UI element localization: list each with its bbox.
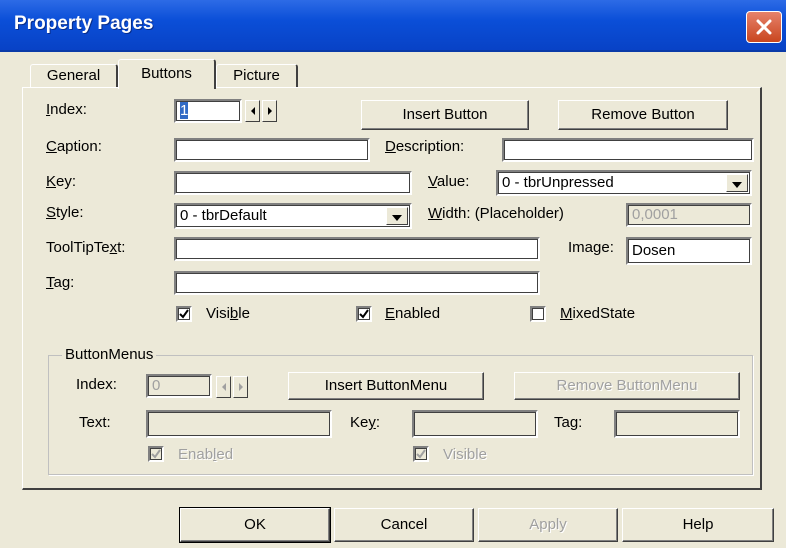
menu-visible-checkbox[interactable] bbox=[413, 446, 429, 462]
tab-buttons[interactable]: Buttons bbox=[118, 59, 216, 89]
arrow-left-icon bbox=[222, 383, 226, 391]
tab-buttons-label: Buttons bbox=[141, 65, 192, 82]
insert-button-label: Insert Button bbox=[402, 106, 488, 123]
help-button[interactable]: Help bbox=[622, 508, 774, 542]
cancel-button[interactable]: Cancel bbox=[334, 508, 474, 542]
window-title: Property Pages bbox=[14, 13, 154, 34]
remove-button-label: Remove Button bbox=[591, 106, 695, 123]
value-select[interactable]: 0 - tbrUnpressed bbox=[496, 170, 752, 196]
close-button[interactable] bbox=[746, 11, 782, 43]
checkmark-icon bbox=[359, 309, 369, 319]
menu-visible-label: Visible bbox=[443, 446, 487, 463]
key-label: Key: bbox=[46, 173, 77, 190]
index-spin-left[interactable] bbox=[245, 100, 260, 122]
index-input[interactable]: 1 bbox=[174, 99, 242, 123]
checkmark-icon bbox=[151, 449, 161, 459]
image-input[interactable]: Dosen bbox=[626, 237, 752, 265]
image-label: Image: bbox=[568, 239, 614, 256]
remove-button-button[interactable]: Remove Button bbox=[558, 100, 728, 130]
mixedstate-label: MixedState bbox=[560, 305, 636, 322]
arrow-left-icon bbox=[251, 107, 255, 115]
apply-button[interactable]: Apply bbox=[478, 508, 618, 542]
menu-key-label: Key: bbox=[350, 414, 381, 431]
arrow-right-icon bbox=[268, 107, 272, 115]
description-input[interactable] bbox=[502, 138, 754, 162]
tab-general[interactable]: General bbox=[30, 64, 118, 88]
tab-picture[interactable]: Picture bbox=[216, 64, 298, 88]
visible-checkbox[interactable] bbox=[176, 306, 192, 322]
menu-index-label: Index: bbox=[76, 376, 117, 393]
index-label: Index: bbox=[46, 101, 87, 118]
style-select[interactable]: 0 - tbrDefault bbox=[174, 203, 412, 229]
caption-input[interactable] bbox=[174, 138, 370, 162]
insert-button-button[interactable]: Insert Button bbox=[361, 100, 529, 130]
tooltip-label: ToolTipText: bbox=[46, 239, 126, 256]
width-input[interactable]: 0,0001 bbox=[626, 203, 752, 227]
checkmark-icon bbox=[179, 309, 189, 319]
tab-general-label: General bbox=[46, 67, 101, 84]
style-label: Style: bbox=[46, 204, 84, 221]
index-spin-right[interactable] bbox=[262, 100, 277, 122]
ok-button[interactable]: OK bbox=[179, 507, 331, 543]
close-icon bbox=[756, 19, 772, 35]
caption-label: Caption: bbox=[46, 138, 102, 155]
menu-tag-input[interactable] bbox=[614, 410, 740, 438]
visible-label: Visible bbox=[206, 305, 250, 322]
menu-index-input[interactable]: 0 bbox=[146, 374, 212, 398]
ok-label: OK bbox=[244, 516, 266, 533]
menu-tag-label: Tag: bbox=[554, 414, 583, 431]
index-value: 1 bbox=[180, 102, 189, 119]
cancel-label: Cancel bbox=[380, 516, 428, 533]
mixedstate-checkbox[interactable] bbox=[530, 306, 546, 322]
tag-input[interactable] bbox=[174, 271, 540, 295]
arrow-right-icon bbox=[239, 383, 243, 391]
buttonmenus-group-label: ButtonMenus bbox=[62, 346, 157, 364]
menu-index-spin-right[interactable] bbox=[233, 376, 248, 398]
chevron-down-icon bbox=[732, 182, 742, 188]
menu-enabled-label: Enabled bbox=[178, 446, 234, 463]
menu-text-input[interactable] bbox=[146, 410, 332, 438]
style-selected: 0 - tbrDefault bbox=[180, 207, 267, 224]
tab-picture-label: Picture bbox=[233, 67, 280, 84]
width-label: Width: (Placeholder) bbox=[428, 205, 564, 222]
enabled-label: Enabled bbox=[385, 305, 441, 322]
key-input[interactable] bbox=[174, 171, 412, 195]
menu-enabled-checkbox[interactable] bbox=[148, 446, 164, 462]
enabled-checkbox[interactable] bbox=[356, 306, 372, 322]
tag-label: Tag: bbox=[46, 274, 75, 291]
remove-buttonmenu-label: Remove ButtonMenu bbox=[556, 377, 698, 394]
value-dropdown-button[interactable] bbox=[726, 174, 748, 192]
insert-buttonmenu-button[interactable]: Insert ButtonMenu bbox=[288, 372, 484, 400]
tooltip-input[interactable] bbox=[174, 237, 540, 261]
checkmark-icon bbox=[416, 449, 426, 459]
value-selected: 0 - tbrUnpressed bbox=[502, 174, 614, 191]
menu-text-label: Text: bbox=[79, 414, 111, 431]
insert-buttonmenu-label: Insert ButtonMenu bbox=[324, 377, 448, 394]
style-dropdown-button[interactable] bbox=[386, 207, 408, 225]
remove-buttonmenu-button[interactable]: Remove ButtonMenu bbox=[514, 372, 740, 400]
value-label: Value: bbox=[428, 173, 470, 190]
menu-index-spin-left[interactable] bbox=[216, 376, 231, 398]
description-label: Description: bbox=[385, 138, 465, 155]
chevron-down-icon bbox=[392, 215, 402, 221]
help-label: Help bbox=[682, 516, 714, 533]
menu-key-input[interactable] bbox=[412, 410, 538, 438]
apply-label: Apply bbox=[529, 516, 567, 533]
